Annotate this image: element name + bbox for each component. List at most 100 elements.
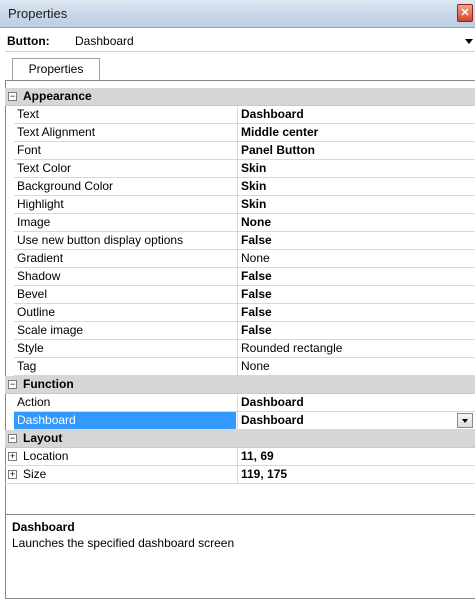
category-function[interactable]: − Function xyxy=(5,376,475,394)
property-name: Bevel xyxy=(17,287,48,301)
description-text: Launches the specified dashboard screen xyxy=(12,536,235,550)
property-row-tag[interactable]: Tag None xyxy=(14,358,475,376)
expand-icon[interactable]: + xyxy=(8,452,17,461)
property-name: Font xyxy=(17,143,42,157)
property-value-text: 11, 69 xyxy=(241,449,274,463)
property-value-text: False xyxy=(241,233,272,247)
property-row-highlight[interactable]: Highlight Skin xyxy=(14,196,475,214)
property-name: Shadow xyxy=(17,269,61,283)
property-row-text-alignment[interactable]: Text Alignment Middle center xyxy=(14,124,475,142)
property-row-background-color[interactable]: Background Color Skin xyxy=(14,178,475,196)
chevron-down-icon xyxy=(462,419,468,423)
property-row-text-color[interactable]: Text Color Skin xyxy=(14,160,475,178)
category-appearance[interactable]: − Appearance xyxy=(5,88,475,106)
property-value-text: Dashboard xyxy=(241,107,304,121)
property-value-text: 119, 175 xyxy=(241,467,288,481)
property-value[interactable]: None xyxy=(237,214,475,231)
property-name: Text Color xyxy=(17,161,72,175)
property-value[interactable]: Dashboard xyxy=(237,106,475,123)
tab-properties[interactable]: Properties xyxy=(12,58,100,82)
chevron-down-icon[interactable] xyxy=(465,39,473,44)
description-panel: Dashboard Launches the specified dashboa… xyxy=(5,514,475,599)
property-value[interactable]: Dashboard xyxy=(237,394,475,411)
property-row-gradient[interactable]: Gradient None xyxy=(14,250,475,268)
property-row-use-new-button-display-options[interactable]: Use new button display options False xyxy=(14,232,475,250)
property-name: Dashboard xyxy=(14,412,236,429)
property-row-outline[interactable]: Outline False xyxy=(14,304,475,322)
property-name: Action xyxy=(17,395,51,409)
property-value-text: False xyxy=(241,269,272,283)
property-name: Gradient xyxy=(17,251,64,265)
property-name: Tag xyxy=(17,359,37,373)
property-row-font[interactable]: Font Panel Button xyxy=(14,142,475,160)
property-name: Scale image xyxy=(17,323,84,337)
property-name: Size xyxy=(23,467,47,481)
value-dropdown-button[interactable] xyxy=(457,413,473,428)
property-value-text: Rounded rectangle xyxy=(241,341,343,355)
collapse-icon[interactable]: − xyxy=(8,92,17,101)
property-value[interactable]: Skin xyxy=(237,160,475,177)
property-value[interactable]: False xyxy=(237,286,475,303)
close-button[interactable]: ✕ xyxy=(457,4,473,22)
property-row-location[interactable]: + Location 11, 69 xyxy=(5,448,475,466)
property-name: Background Color xyxy=(17,179,114,193)
property-value[interactable]: False xyxy=(237,268,475,285)
property-row-size[interactable]: + Size 119, 175 xyxy=(5,466,475,484)
property-name: Style xyxy=(17,341,44,355)
property-row-style[interactable]: Style Rounded rectangle xyxy=(14,340,475,358)
property-value[interactable]: Middle center xyxy=(237,124,475,141)
category-label: Function xyxy=(23,377,74,391)
property-value[interactable]: False xyxy=(237,304,475,321)
category-label: Appearance xyxy=(23,89,92,103)
property-row-image[interactable]: Image None xyxy=(14,214,475,232)
property-value-text: Skin xyxy=(241,179,267,193)
property-value[interactable]: 119, 175 xyxy=(237,466,475,483)
property-value-text: Dashboard xyxy=(241,413,304,427)
property-grid: − Appearance Text Dashboard Text Alignment… xyxy=(5,88,475,484)
property-value[interactable]: Panel Button xyxy=(237,142,475,159)
property-value[interactable]: False xyxy=(237,322,475,339)
property-value[interactable]: False xyxy=(237,232,475,249)
collapse-icon[interactable]: − xyxy=(8,380,17,389)
property-value[interactable]: Rounded rectangle xyxy=(237,340,475,357)
property-name: Use new button display options xyxy=(17,233,184,247)
property-value[interactable]: Dashboard xyxy=(237,412,475,429)
property-name: Text xyxy=(17,107,40,121)
property-row-bevel[interactable]: Bevel False xyxy=(14,286,475,304)
property-value-text: False xyxy=(241,305,272,319)
close-icon: ✕ xyxy=(460,7,470,19)
property-value-text: Panel Button xyxy=(241,143,315,157)
property-row-text[interactable]: Text Dashboard xyxy=(14,106,475,124)
category-label: Layout xyxy=(23,431,63,445)
object-selector[interactable]: Button: Dashboard xyxy=(5,30,475,52)
category-layout[interactable]: − Layout xyxy=(5,430,475,448)
property-value[interactable]: 11, 69 xyxy=(237,448,475,465)
property-value[interactable]: Skin xyxy=(237,178,475,195)
property-row-scale-image[interactable]: Scale image False xyxy=(14,322,475,340)
property-row-dashboard[interactable]: Dashboard Dashboard xyxy=(14,412,475,430)
property-value-text: None xyxy=(241,359,270,373)
property-value-text: Skin xyxy=(241,161,267,175)
description-title: Dashboard xyxy=(12,520,75,534)
property-value[interactable]: None xyxy=(237,358,475,375)
property-value[interactable]: None xyxy=(237,250,475,267)
object-name: Dashboard xyxy=(75,34,134,48)
title-bar: Properties ✕ xyxy=(0,0,475,28)
property-value-text: None xyxy=(241,251,270,265)
property-name: Text Alignment xyxy=(17,125,96,139)
property-value[interactable]: Skin xyxy=(237,196,475,213)
collapse-icon[interactable]: − xyxy=(8,434,17,443)
property-value-text: Middle center xyxy=(241,125,319,139)
property-value-text: None xyxy=(241,215,271,229)
property-row-shadow[interactable]: Shadow False xyxy=(14,268,475,286)
property-row-action[interactable]: Action Dashboard xyxy=(14,394,475,412)
window-title: Properties xyxy=(8,6,68,21)
property-value-text: False xyxy=(241,323,272,337)
property-value-text: False xyxy=(241,287,272,301)
property-value-text: Skin xyxy=(241,197,267,211)
property-name: Highlight xyxy=(17,197,64,211)
property-name: Outline xyxy=(17,305,56,319)
property-value-text: Dashboard xyxy=(241,395,304,409)
property-name: Image xyxy=(17,215,51,229)
expand-icon[interactable]: + xyxy=(8,470,17,479)
